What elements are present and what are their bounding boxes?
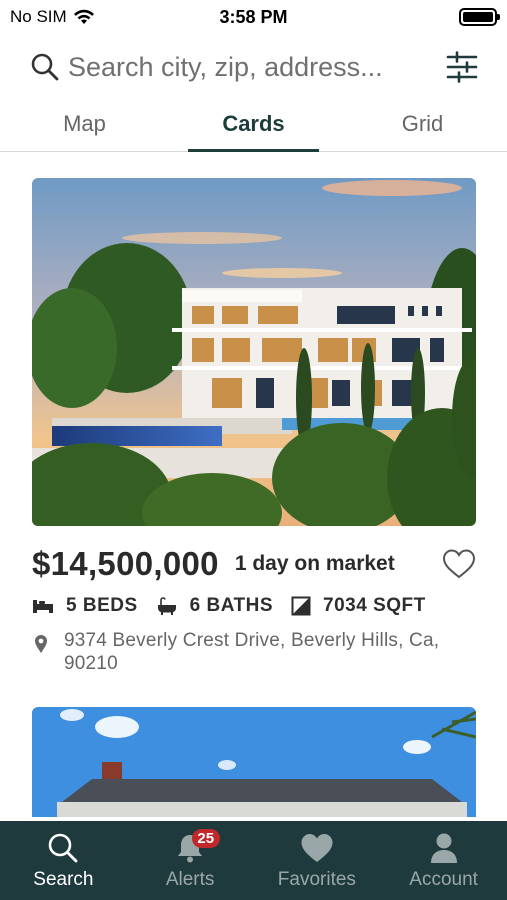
favorite-heart-icon[interactable] xyxy=(442,548,476,580)
area-icon xyxy=(291,596,311,616)
wifi-icon xyxy=(73,9,94,24)
location-pin-icon xyxy=(35,635,47,653)
nav-alerts-label: Alerts xyxy=(165,869,215,890)
baths-label: 6 BATHS xyxy=(189,595,274,616)
listing-address: 9374 Beverly Crest Drive, Beverly Hills,… xyxy=(64,630,440,674)
alerts-badge: 25 xyxy=(191,829,220,848)
search-icon xyxy=(31,53,59,81)
status-right xyxy=(347,8,500,26)
listing-facts: 5 BEDS 6 BATHS 7034 SQFT xyxy=(32,595,476,617)
nav-search[interactable]: Search xyxy=(0,821,127,900)
listing-price: $14,500,000 xyxy=(32,545,219,582)
battery-icon xyxy=(459,8,500,26)
search-input[interactable] xyxy=(68,51,445,83)
filter-sliders-icon[interactable] xyxy=(445,50,479,84)
clock: 3:58 PM xyxy=(219,6,288,27)
sqft-label: 7034 SQFT xyxy=(323,595,426,616)
status-left: No SIM xyxy=(10,7,160,27)
sqft-fact: 7034 SQFT xyxy=(291,595,426,617)
listing-photo[interactable] xyxy=(32,178,476,526)
baths-fact: 6 BATHS xyxy=(156,595,273,617)
view-tabs: Map Cards Grid xyxy=(0,100,507,152)
tab-cards[interactable]: Cards xyxy=(169,100,338,152)
listing-feed[interactable]: $14,500,000 1 day on market 5 BEDS 6 BAT… xyxy=(0,152,507,821)
nav-search-label: Search xyxy=(33,869,94,890)
bathtub-icon xyxy=(157,597,176,615)
address-row: 9374 Beverly Crest Drive, Beverly Hills,… xyxy=(32,629,476,675)
search-bar xyxy=(0,34,507,100)
person-icon xyxy=(430,833,457,863)
listing-card[interactable]: $14,500,000 1 day on market 5 BEDS 6 BAT… xyxy=(32,178,476,675)
bed-icon xyxy=(33,600,53,613)
tab-map[interactable]: Map xyxy=(0,100,169,151)
beds-fact: 5 BEDS xyxy=(32,595,138,617)
days-on-market: 1 day on market xyxy=(234,552,395,575)
carrier-label: No SIM xyxy=(10,7,67,26)
nav-alerts[interactable]: 25 Alerts xyxy=(127,821,254,900)
search-icon xyxy=(49,833,78,863)
heart-icon xyxy=(301,834,333,862)
bottom-nav: Search 25 Alerts Favorites Account xyxy=(0,821,507,900)
nav-account[interactable]: Account xyxy=(380,821,507,900)
beds-label: 5 BEDS xyxy=(66,595,138,616)
listing-card[interactable] xyxy=(32,707,476,817)
status-bar: No SIM 3:58 PM xyxy=(0,0,507,34)
listing-photo[interactable] xyxy=(32,707,476,817)
price-row: $14,500,000 1 day on market xyxy=(32,545,476,582)
nav-favorites-label: Favorites xyxy=(277,869,356,890)
nav-favorites[interactable]: Favorites xyxy=(254,821,381,900)
nav-account-label: Account xyxy=(409,869,478,890)
tab-grid[interactable]: Grid xyxy=(338,100,507,151)
